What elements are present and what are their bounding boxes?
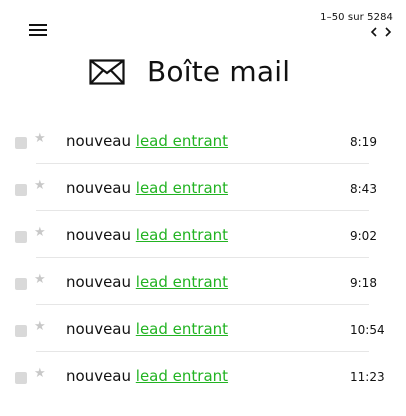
star-icon[interactable]: ★ — [34, 273, 46, 286]
subject-prefix: nouveau — [66, 367, 131, 385]
email-subject[interactable]: nouveau lead entrant — [66, 132, 228, 150]
email-subject[interactable]: nouveau lead entrant — [66, 367, 228, 385]
star-icon[interactable]: ★ — [34, 179, 46, 192]
email-time: 11:23 — [350, 370, 385, 384]
subject-prefix: nouveau — [66, 132, 131, 150]
subject-link[interactable]: lead entrant — [136, 273, 228, 291]
subject-link[interactable]: lead entrant — [136, 179, 228, 197]
email-row[interactable]: ★ nouveau lead entrant 9:02 — [0, 211, 406, 258]
email-subject[interactable]: nouveau lead entrant — [66, 226, 228, 244]
row-checkbox[interactable] — [15, 184, 27, 196]
email-time: 10:54 — [350, 323, 385, 337]
chevron-right-icon[interactable] — [383, 26, 393, 38]
email-time: 8:19 — [350, 135, 377, 149]
subject-prefix: nouveau — [66, 179, 131, 197]
star-icon[interactable]: ★ — [34, 320, 46, 333]
row-checkbox[interactable] — [15, 231, 27, 243]
email-row[interactable]: ★ nouveau lead entrant 8:43 — [0, 164, 406, 211]
pagination-range: 1–50 sur 5284 — [320, 12, 393, 23]
email-list: ★ nouveau lead entrant 8:19 ★ nouveau le… — [0, 117, 406, 399]
page-header: Boîte mail — [89, 55, 290, 88]
subject-prefix: nouveau — [66, 226, 131, 244]
email-row[interactable]: ★ nouveau lead entrant 10:54 — [0, 305, 406, 352]
email-time: 9:02 — [350, 229, 377, 243]
email-subject[interactable]: nouveau lead entrant — [66, 320, 228, 338]
email-time: 8:43 — [350, 182, 377, 196]
row-checkbox[interactable] — [15, 137, 27, 149]
email-subject[interactable]: nouveau lead entrant — [66, 273, 228, 291]
pagination: 1–50 sur 5284 — [320, 12, 393, 38]
hamburger-menu-icon[interactable] — [29, 24, 47, 36]
row-checkbox[interactable] — [15, 372, 27, 384]
row-checkbox[interactable] — [15, 325, 27, 337]
subject-link[interactable]: lead entrant — [136, 132, 228, 150]
email-time: 9:18 — [350, 276, 377, 290]
subject-link[interactable]: lead entrant — [136, 367, 228, 385]
star-icon[interactable]: ★ — [34, 367, 46, 380]
envelope-icon — [89, 58, 125, 85]
star-icon[interactable]: ★ — [34, 226, 46, 239]
subject-prefix: nouveau — [66, 320, 131, 338]
email-row[interactable]: ★ nouveau lead entrant 9:18 — [0, 258, 406, 305]
pagination-controls — [320, 26, 393, 38]
subject-prefix: nouveau — [66, 273, 131, 291]
email-row[interactable]: ★ nouveau lead entrant 11:23 — [0, 352, 406, 399]
row-checkbox[interactable] — [15, 278, 27, 290]
chevron-left-icon[interactable] — [369, 26, 379, 38]
subject-link[interactable]: lead entrant — [136, 226, 228, 244]
star-icon[interactable]: ★ — [34, 132, 46, 145]
email-subject[interactable]: nouveau lead entrant — [66, 179, 228, 197]
subject-link[interactable]: lead entrant — [136, 320, 228, 338]
email-row[interactable]: ★ nouveau lead entrant 8:19 — [0, 117, 406, 164]
page-title: Boîte mail — [147, 55, 291, 88]
